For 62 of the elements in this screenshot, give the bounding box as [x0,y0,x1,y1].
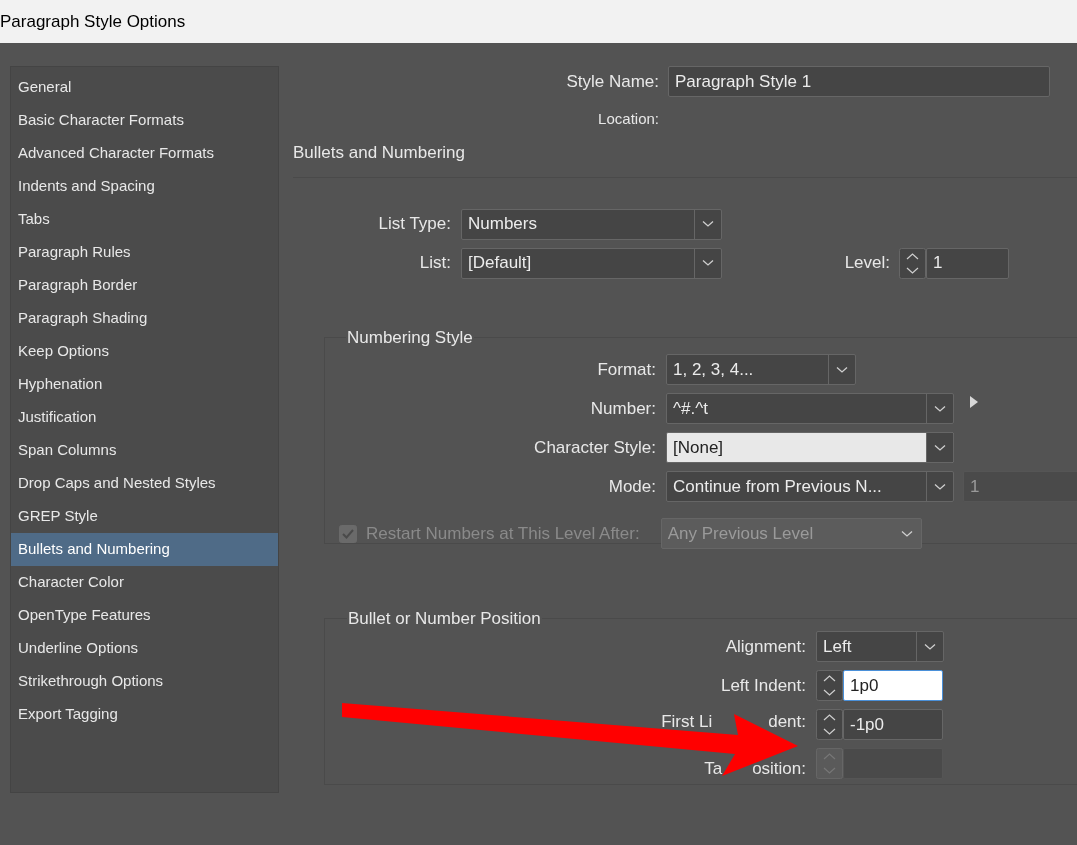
sidebar-item[interactable]: Bullets and Numbering [11,533,278,566]
field-label: Style Name: [565,70,659,93]
sidebar-item[interactable]: Export Tagging [11,698,278,731]
sidebar-item[interactable]: Paragraph Rules [11,236,278,269]
field-label: First Li [661,715,713,728]
field-label: Ta [704,763,723,774]
dropdown[interactable]: 1, 2, 3, 4... [666,354,856,385]
group-title: Numbering Style [346,326,474,349]
field-label: Alignment: [724,635,806,658]
field-label: Number: [589,398,656,420]
triangle-right-icon[interactable] [970,396,978,408]
field-label: Location: [597,109,659,128]
field-label: List Type: [377,213,451,236]
sidebar-item[interactable]: Advanced Character Formats [11,137,278,170]
sidebar-item[interactable]: Paragraph Border [11,269,278,302]
dropdown[interactable]: [Default] [461,247,722,279]
stepper-icon[interactable] [816,709,843,740]
dropdown[interactable]: ^#.^t [666,393,954,424]
chevron-down-icon [924,642,936,651]
dropdown[interactable]: Numbers [461,208,722,240]
field-label: Left Indent: [719,674,806,697]
chevron-down-icon [836,365,848,374]
sidebar-item[interactable]: Drop Caps and Nested Styles [11,467,278,500]
chevron-down-icon [934,443,946,452]
field-label: osition: [752,763,806,774]
chevron-down-icon [934,404,946,413]
field-label: Level: [843,252,890,275]
sidebar-item[interactable]: Justification [11,401,278,434]
sidebar-item[interactable]: Basic Character Formats [11,104,278,137]
sidebar-item[interactable]: Strikethrough Options [11,665,278,698]
window-title: Paragraph Style Options [0,10,186,33]
sidebar-item[interactable]: GREP Style [11,500,278,533]
input-field[interactable]: Paragraph Style 1 [668,66,1050,97]
stepper-icon[interactable] [899,247,926,279]
input-field[interactable]: 1 [926,247,1009,279]
dropdown[interactable]: [None] [666,432,954,463]
chevron-down-icon [934,482,946,491]
sidebar-item[interactable]: Paragraph Shading [11,302,278,335]
sidebar-item[interactable]: Span Columns [11,434,278,467]
sidebar-item[interactable]: Underline Options [11,632,278,665]
field-label: Format: [596,358,656,381]
input-field[interactable]: 1p0 [843,670,943,701]
sidebar-item[interactable]: General [11,71,278,104]
sidebar-item[interactable]: OpenType Features [11,599,278,632]
group-title: Bullet or Number Position [347,607,542,630]
chevron-down-icon [702,259,714,267]
field-label: List: [418,252,451,275]
dropdown[interactable]: Continue from Previous N... [666,471,954,502]
sidebar-item[interactable]: Tabs [11,203,278,236]
chevron-down-icon [702,220,714,228]
sidebar-item[interactable]: Hyphenation [11,368,278,401]
field-label: dent: [768,715,806,728]
field-label: Character Style: [533,436,656,459]
sidebar-item[interactable]: Keep Options [11,335,278,368]
stepper-icon[interactable] [816,670,843,701]
input-field[interactable]: -1p0 [843,709,943,740]
chevron-down-icon [901,529,914,538]
sidebar-item[interactable]: Character Color [11,566,278,599]
dropdown[interactable]: Left [816,631,944,662]
section-title: Bullets and Numbering [293,143,465,162]
sidebar-item[interactable]: Indents and Spacing [11,170,278,203]
field-label: Mode: [607,475,656,498]
